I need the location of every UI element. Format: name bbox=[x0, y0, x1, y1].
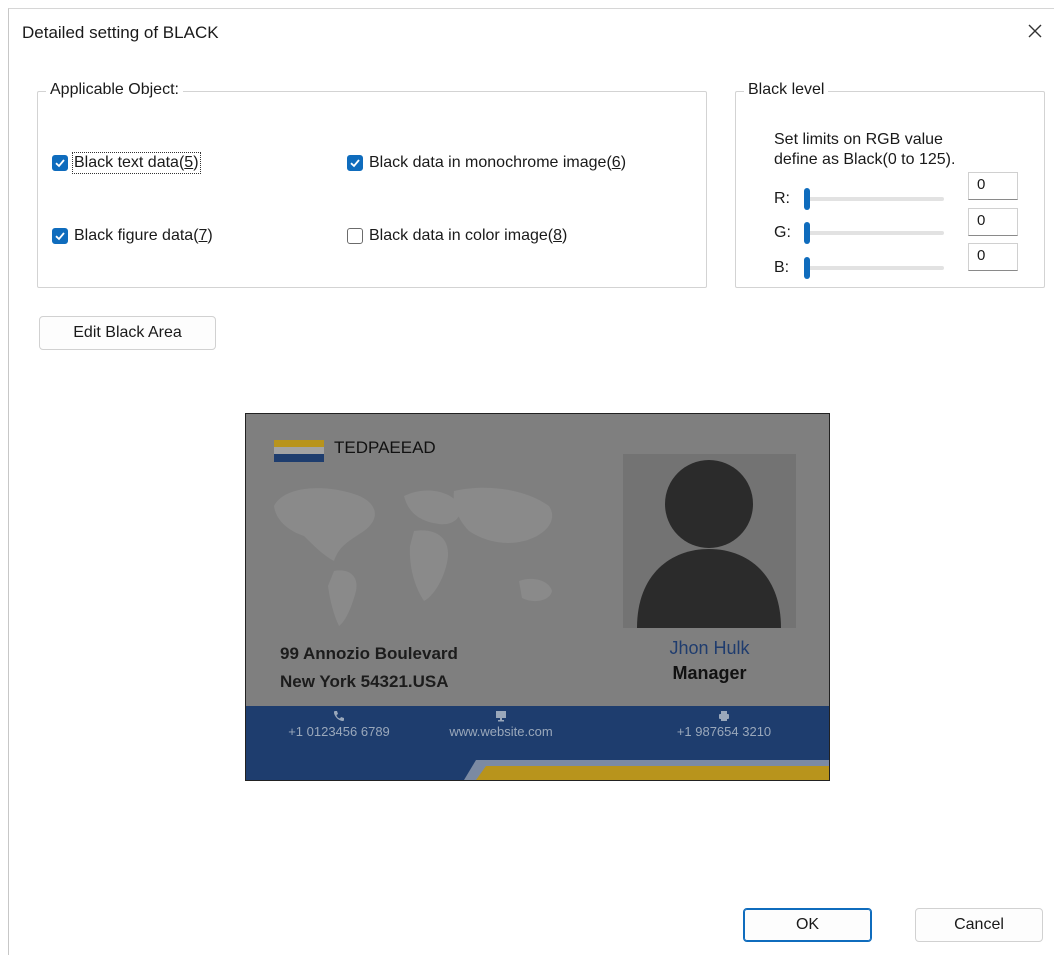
black-level-legend: Black level bbox=[744, 81, 829, 99]
close-button[interactable] bbox=[1021, 17, 1049, 45]
checkbox-label: Black data in color image(8) bbox=[369, 227, 568, 244]
checkbox-black-text-data[interactable]: Black text data(5) bbox=[52, 152, 201, 174]
cancel-button[interactable]: Cancel bbox=[915, 908, 1043, 942]
checkbox-label: Black text data(5) bbox=[72, 152, 201, 174]
channel-label: G: bbox=[774, 224, 791, 241]
person-role: Manager bbox=[672, 663, 747, 683]
applicable-object-group: Applicable Object: Black text data(5) Bl… bbox=[37, 81, 707, 288]
profile-photo-icon bbox=[623, 454, 796, 628]
address-line-2: New York 54321.USA bbox=[280, 672, 449, 691]
preview-image: TEDPAEEAD 99 Annozio Boulevard New York … bbox=[245, 413, 830, 781]
world-map-icon bbox=[274, 487, 553, 626]
slider-row-g: G: bbox=[774, 222, 944, 244]
slider-thumb[interactable] bbox=[804, 188, 810, 210]
black-level-description: Set limits on RGB value define as Black(… bbox=[774, 131, 956, 168]
applicable-object-legend: Applicable Object: bbox=[46, 81, 183, 99]
checkbox-checked-icon bbox=[52, 228, 68, 244]
slider-row-b: B: bbox=[774, 257, 944, 279]
channel-label: B: bbox=[774, 259, 790, 276]
close-icon bbox=[1028, 24, 1042, 38]
card-accent-stripes bbox=[246, 754, 829, 780]
phone-item: +1 0123456 6789 bbox=[284, 710, 394, 739]
ok-button[interactable]: OK bbox=[743, 908, 872, 942]
person-name: Jhon Hulk bbox=[669, 638, 750, 658]
checkbox-label: Black figure data(7) bbox=[74, 227, 213, 244]
slider-thumb[interactable] bbox=[804, 222, 810, 244]
company-logo-icon bbox=[274, 440, 324, 462]
b-slider[interactable] bbox=[804, 257, 944, 279]
company-name: TEDPAEEAD bbox=[334, 438, 436, 457]
black-level-group: Black level Set limits on RGB value defi… bbox=[735, 81, 1045, 288]
g-value-input[interactable]: 0 bbox=[968, 208, 1018, 236]
checkbox-unchecked-icon bbox=[347, 228, 363, 244]
monitor-icon bbox=[496, 711, 506, 722]
dialog-title: Detailed setting of BLACK bbox=[22, 23, 219, 42]
fax-text: +1 987654 3210 bbox=[676, 724, 772, 739]
address-line-1: 99 Annozio Boulevard bbox=[280, 644, 458, 663]
card-footer: +1 0123456 6789 www.website.com +1 98765… bbox=[246, 706, 829, 754]
slider-row-r: R: bbox=[774, 188, 944, 210]
fax-item: +1 987654 3210 bbox=[664, 710, 784, 739]
g-slider[interactable] bbox=[804, 222, 944, 244]
r-value-input[interactable]: 0 bbox=[968, 172, 1018, 200]
b-value-input[interactable]: 0 bbox=[968, 243, 1018, 271]
phone-text: +1 0123456 6789 bbox=[288, 724, 390, 739]
checkbox-label: Black data in monochrome image(6) bbox=[369, 154, 627, 171]
dialog-window: Detailed setting of BLACK Applicable Obj… bbox=[8, 8, 1054, 955]
checkbox-black-monochrome-image[interactable]: Black data in monochrome image(6) bbox=[347, 154, 626, 172]
checkbox-checked-icon bbox=[52, 155, 68, 171]
checkbox-black-color-image[interactable]: Black data in color image(8) bbox=[347, 227, 567, 245]
slider-thumb[interactable] bbox=[804, 257, 810, 279]
checkbox-checked-icon bbox=[347, 155, 363, 171]
website-text: www.website.com bbox=[449, 724, 553, 739]
edit-black-area-button[interactable]: Edit Black Area bbox=[39, 316, 216, 350]
channel-label: R: bbox=[774, 190, 790, 207]
checkbox-black-figure-data[interactable]: Black figure data(7) bbox=[52, 227, 213, 245]
website-item: www.website.com bbox=[441, 710, 561, 739]
r-slider[interactable] bbox=[804, 188, 944, 210]
printer-icon bbox=[719, 711, 729, 721]
phone-icon bbox=[334, 711, 344, 721]
